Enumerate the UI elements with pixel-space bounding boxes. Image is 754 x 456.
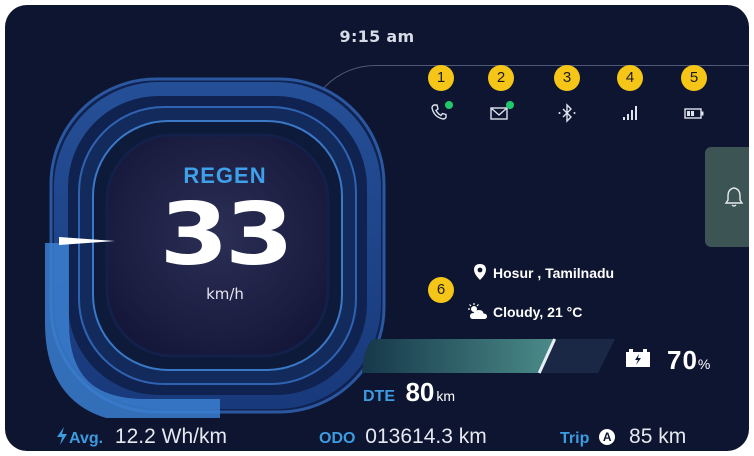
location-pin-icon <box>474 264 486 280</box>
trip-value: 85 km <box>629 425 687 448</box>
battery-bar <box>362 338 615 374</box>
battery-charge-icon <box>626 349 650 367</box>
dashboard-screen: 9:15 am 1 2 3 4 5 REGEN 33 km/h 6 Hosur … <box>5 5 749 451</box>
signal-icon <box>623 106 637 120</box>
location-text: Hosur , Tamilnadu <box>493 265 615 281</box>
badge-2: 2 <box>488 65 514 91</box>
dte-value: 80 <box>405 377 435 407</box>
bell-icon <box>724 187 744 207</box>
odo-value: 013614.3 km <box>365 425 487 448</box>
dte-label: DTE <box>363 388 395 405</box>
battery-percent-value: 70 <box>667 345 698 375</box>
battery-status-icon <box>684 108 704 119</box>
badge-6: 6 <box>428 277 454 303</box>
trip-label: Trip <box>560 430 590 447</box>
trip-mode-badge[interactable]: A <box>599 429 616 445</box>
speed-value: 33 <box>159 185 294 285</box>
dte-display: DTE 80 km <box>363 377 455 408</box>
odometer: ODO 013614.3 km <box>319 425 487 449</box>
notification-button[interactable] <box>705 147 749 247</box>
odo-label: ODO <box>319 430 356 447</box>
clock: 9:15 am <box>339 27 415 46</box>
badge-1: 1 <box>428 65 454 91</box>
badge-5: 5 <box>681 65 707 91</box>
location: Hosur , Tamilnadu <box>473 263 614 281</box>
battery-percent-sign: % <box>697 356 711 372</box>
mail-notification-dot <box>506 101 514 109</box>
badge-4: 4 <box>617 65 643 91</box>
bluetooth-icon[interactable] <box>556 102 578 124</box>
badge-3: 3 <box>554 65 580 91</box>
avg-label: Avg. <box>69 430 104 447</box>
battery-bar-fill <box>362 339 555 373</box>
lightning-icon <box>57 427 67 445</box>
cloudy-icon <box>468 303 487 319</box>
trip-meter: Trip A 85 km <box>560 425 686 449</box>
dte-unit: km <box>436 388 456 404</box>
phone-notification-dot <box>445 101 453 109</box>
avg-consumption: Avg. 12.2 Wh/km <box>55 425 227 449</box>
speed-unit: km/h <box>206 285 244 303</box>
weather-text: Cloudy, 21 °C <box>493 304 583 320</box>
weather: Cloudy, 21 °C <box>467 303 582 321</box>
avg-value: 12.2 Wh/km <box>114 425 227 448</box>
battery-percent: 70% <box>667 345 710 376</box>
